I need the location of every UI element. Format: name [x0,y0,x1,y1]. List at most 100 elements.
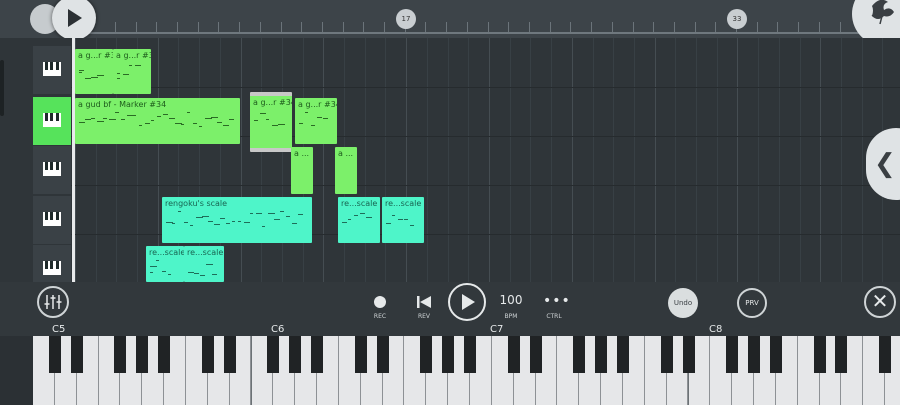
timeline-tick [591,22,592,32]
record-label: REC [373,313,387,320]
timeline-tick [798,22,799,32]
pattern-clip[interactable]: a ... [335,147,357,194]
midi-note [151,120,154,121]
record-button[interactable]: REC [369,292,391,322]
midi-note [317,117,322,118]
black-key[interactable] [48,336,61,373]
midi-note [410,225,414,226]
undo-button[interactable]: Undo [668,288,698,318]
mixer-button[interactable] [37,286,69,318]
black-key[interactable] [682,336,695,373]
timeline-tick [218,22,219,32]
tempo-control[interactable]: 100 BPM [496,292,526,322]
pattern-clip[interactable]: a gud bf - Marker #34 [75,98,240,144]
black-key[interactable] [726,336,739,373]
pattern-clip-selected[interactable]: a g...r #34 [250,92,292,152]
black-key[interactable] [158,336,171,373]
midi-note [200,275,205,276]
black-key[interactable] [835,336,848,373]
black-key[interactable] [573,336,586,373]
pattern-clip[interactable]: re...scale [382,197,424,243]
black-key[interactable] [223,336,236,373]
pattern-clip[interactable]: a g...r #34 [113,49,151,94]
black-key[interactable] [289,336,302,373]
midi-note [123,74,129,75]
timeline-tick [281,22,282,32]
timeline-tick [446,22,447,32]
timeline-tick [384,22,385,32]
black-key[interactable] [813,336,826,373]
bar-marker-33[interactable]: 33 [727,9,747,29]
black-key[interactable] [507,336,520,373]
black-key[interactable] [660,336,673,373]
rewind-button[interactable]: REV [413,292,435,322]
black-key[interactable] [464,336,476,373]
pattern-clip[interactable]: re...scale [184,246,224,282]
app-window: 17 33 a g...r #34 a g...r #34 a gud bf -… [0,0,900,405]
black-key[interactable] [354,336,367,373]
pattern-clip[interactable]: re...scale [146,246,184,282]
octave-label-c6: C6 [271,324,285,335]
black-key[interactable] [748,336,761,373]
bar-marker-17[interactable]: 17 [396,9,416,29]
track-button-1[interactable] [33,46,71,94]
black-key[interactable] [70,336,83,373]
track-button-2[interactable] [33,97,71,145]
prv-button[interactable]: PRV [737,288,767,318]
track-button-4[interactable] [33,196,71,244]
timeline-tick [757,22,758,32]
midi-note [103,118,107,119]
midi-note [97,121,104,122]
timeline-tick [612,22,613,32]
black-key[interactable] [879,336,892,373]
track-button-3[interactable] [33,146,71,194]
black-key[interactable] [201,336,214,373]
black-key[interactable] [595,336,608,373]
pattern-clip[interactable]: a g...r #34 [75,49,113,94]
midi-note [194,273,199,274]
clip-notes [342,211,376,231]
rewind-label: REV [417,313,431,320]
midi-note [250,213,253,214]
black-key[interactable] [442,336,455,373]
ctrl-button[interactable]: ••• CTRL [540,292,570,322]
timeline-tick [363,22,364,32]
midi-note [354,215,358,216]
clip-notes [79,63,109,83]
midi-note [109,119,116,120]
black-key[interactable] [420,336,433,373]
midi-note [323,118,328,119]
chevron-left-icon: ❮ [874,149,896,179]
midi-note [163,114,168,115]
black-key[interactable] [616,336,629,373]
midi-note [115,112,119,113]
octave-label-c7: C7 [490,324,504,335]
midi-note [348,219,351,220]
midi-note [79,70,84,71]
play-icon [462,294,475,310]
midi-note [398,219,403,220]
pattern-clip[interactable]: a g...r #34 [295,98,337,144]
midi-note [212,274,217,275]
pattern-clip[interactable]: rengoku's scale [162,197,312,243]
black-key[interactable] [769,336,782,373]
timeline-tick [653,22,654,32]
timeline-tick [425,22,426,32]
piano-keyboard[interactable] [33,336,900,405]
black-key[interactable] [114,336,127,373]
midi-note [266,119,269,120]
midi-note [199,126,202,127]
pattern-clip[interactable]: re...scale [338,197,380,243]
midi-note [342,222,347,223]
close-icon[interactable]: ✕ [864,286,896,318]
black-key[interactable] [267,336,280,373]
black-key[interactable] [376,336,389,373]
midi-note [145,123,150,124]
track-row-1[interactable] [33,38,900,88]
midi-note [278,124,285,125]
black-key[interactable] [136,336,149,373]
black-key[interactable] [529,336,542,373]
black-key[interactable] [311,336,324,373]
pattern-clip[interactable]: a ... [291,147,313,194]
playhead[interactable] [72,38,75,282]
